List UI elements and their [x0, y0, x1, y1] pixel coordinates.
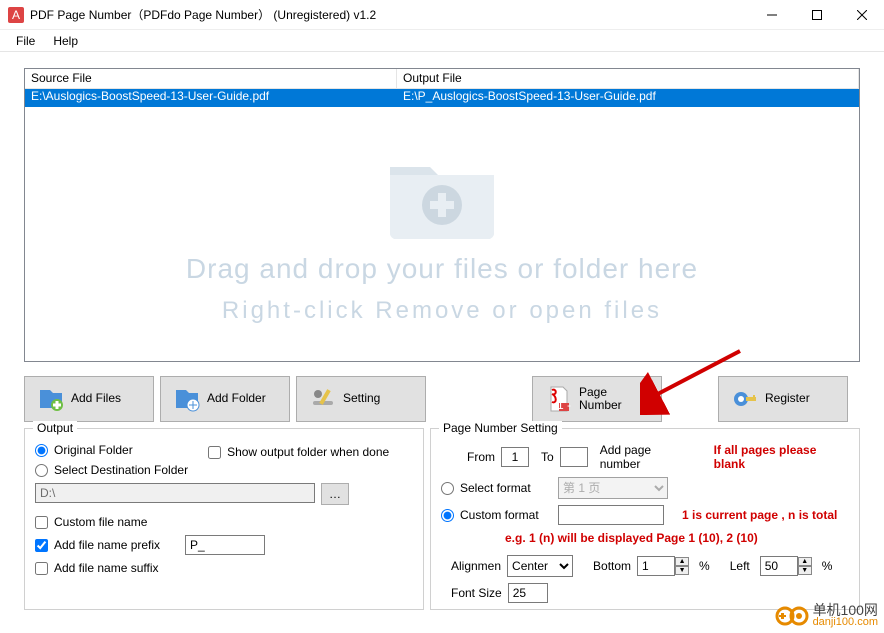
menu-help[interactable]: Help [45, 32, 86, 50]
from-input[interactable] [501, 447, 529, 467]
custom-format-input[interactable] [558, 505, 664, 525]
maximize-button[interactable] [794, 0, 839, 30]
pn-legend: Page Number Setting [439, 421, 562, 435]
original-folder-radio[interactable] [35, 444, 48, 457]
close-button[interactable] [839, 0, 884, 30]
col-source-file[interactable]: Source File [25, 69, 397, 88]
setting-icon [309, 385, 337, 413]
minimize-button[interactable] [749, 0, 794, 30]
drop-hint: Drag and drop your files or folder here … [25, 109, 859, 361]
custom-filename-label: Custom file name [54, 515, 179, 529]
to-input[interactable] [560, 447, 588, 467]
watermark: 单机100网 danji100.com [775, 603, 878, 629]
menu-bar: File Help [0, 30, 884, 52]
from-label: From [467, 450, 495, 464]
select-format-label: Select format [460, 481, 552, 495]
app-icon: A [8, 7, 24, 23]
add-files-button[interactable]: Add Files [24, 376, 154, 422]
drop-line1: Drag and drop your files or folder here [186, 253, 698, 285]
setting-label: Setting [343, 392, 380, 405]
add-folder-button[interactable]: Add Folder [160, 376, 290, 422]
cell-output: E:\P_Auslogics-BoostSpeed-13-User-Guide.… [397, 89, 859, 107]
left-up[interactable]: ▲ [798, 557, 812, 566]
drop-line2: Right-click Remove or open files [222, 297, 662, 325]
left-label: Left [730, 559, 750, 573]
browse-button[interactable]: … [321, 483, 349, 505]
show-output-checkbox[interactable] [208, 446, 221, 459]
custom-format-radio[interactable] [441, 509, 454, 522]
percent2: % [822, 559, 833, 573]
add-pn-label: Add page number [600, 443, 694, 471]
font-size-label: Font Size [451, 586, 502, 600]
bottom-input[interactable] [637, 556, 675, 576]
page-number-icon: 1 - [545, 385, 573, 413]
col-output-file[interactable]: Output File [397, 69, 859, 88]
left-down[interactable]: ▼ [798, 566, 812, 575]
add-folder-icon [173, 385, 201, 413]
hint-blank: If all pages please blank [714, 443, 849, 471]
register-icon [731, 385, 759, 413]
add-suffix-label: Add file name suffix [54, 561, 179, 575]
custom-filename-checkbox[interactable] [35, 516, 48, 529]
add-files-label: Add Files [71, 392, 121, 405]
left-input[interactable] [760, 556, 798, 576]
toolbar: Add Files Add Folder Setting 1 - Page Nu… [0, 370, 884, 424]
bottom-down[interactable]: ▼ [675, 566, 689, 575]
select-destination-label: Select Destination Folder [54, 463, 188, 477]
menu-file[interactable]: File [8, 32, 43, 50]
select-destination-radio[interactable] [35, 464, 48, 477]
add-folder-label: Add Folder [207, 392, 266, 405]
title-bar: A PDF Page Number（PDFdo Page Number） (Un… [0, 0, 884, 30]
cell-source: E:\Auslogics-BoostSpeed-13-User-Guide.pd… [25, 89, 397, 107]
page-number-button[interactable]: 1 - Page Number [532, 376, 662, 422]
svg-text:A: A [12, 8, 20, 22]
add-suffix-checkbox[interactable] [35, 562, 48, 575]
page-number-setting-group: Page Number Setting From To Add page num… [430, 428, 860, 610]
watermark-url: danji100.com [813, 617, 878, 629]
file-list[interactable]: Source File Output File E:\Auslogics-Boo… [24, 68, 860, 362]
output-legend: Output [33, 421, 77, 435]
hint-custom: 1 is current page , n is total [682, 508, 837, 522]
prefix-input[interactable] [185, 535, 265, 555]
alignment-label: Alignmen [451, 559, 501, 573]
percent1: % [699, 559, 710, 573]
file-list-header: Source File Output File [25, 69, 859, 89]
window-title: PDF Page Number（PDFdo Page Number） (Unre… [30, 6, 749, 23]
original-folder-label: Original Folder [54, 443, 133, 457]
svg-text:1 -: 1 - [557, 398, 571, 412]
add-prefix-label: Add file name prefix [54, 538, 179, 552]
select-format-dropdown[interactable]: 第 1 页 [558, 477, 668, 499]
register-label: Register [765, 392, 810, 405]
bottom-label: Bottom [593, 559, 631, 573]
folder-plus-icon [382, 145, 502, 245]
setting-button[interactable]: Setting [296, 376, 426, 422]
bottom-up[interactable]: ▲ [675, 557, 689, 566]
show-output-label: Show output folder when done [227, 445, 389, 459]
add-prefix-checkbox[interactable] [35, 539, 48, 552]
custom-format-label: Custom format [460, 508, 552, 522]
watermark-logo-icon [775, 605, 809, 627]
font-size-input[interactable] [508, 583, 548, 603]
example-text: e.g. 1 (n) will be displayed Page 1 (10)… [505, 531, 849, 545]
alignment-select[interactable]: Center [507, 555, 573, 577]
to-label: To [541, 450, 554, 464]
output-group: Output Original Folder Select Destinatio… [24, 428, 424, 610]
page-number-label: Page Number [579, 386, 622, 412]
destination-path-input [35, 483, 315, 503]
register-button[interactable]: Register [718, 376, 848, 422]
table-row[interactable]: E:\Auslogics-BoostSpeed-13-User-Guide.pd… [25, 89, 859, 107]
add-files-icon [37, 385, 65, 413]
select-format-radio[interactable] [441, 482, 454, 495]
watermark-cn: 单机100网 [813, 603, 878, 618]
